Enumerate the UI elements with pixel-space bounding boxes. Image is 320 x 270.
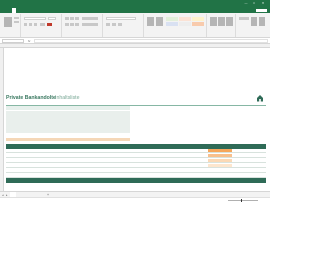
table-row[interactable] [6, 169, 266, 173]
fill-color-button[interactable] [40, 23, 45, 26]
align-bottom-button[interactable] [75, 17, 79, 20]
note-row [134, 123, 264, 126]
insert-cells-button[interactable] [210, 17, 217, 26]
totals-row [6, 178, 266, 183]
comma-style-button[interactable] [118, 23, 122, 26]
zoom-slider[interactable] [228, 200, 258, 201]
cell-style-bad[interactable] [179, 17, 191, 21]
sort-filter-button[interactable] [251, 17, 257, 26]
underline-button[interactable] [34, 23, 37, 26]
clipboard-group [1, 14, 21, 37]
share-button[interactable] [256, 9, 267, 12]
align-top-button[interactable] [65, 17, 69, 20]
empty-area [0, 202, 270, 270]
autosum-button[interactable] [239, 17, 249, 20]
italic-button[interactable] [29, 23, 32, 26]
align-center-button[interactable] [70, 23, 74, 26]
find-select-button[interactable] [259, 17, 265, 26]
table-row[interactable] [6, 154, 266, 158]
note-row [134, 127, 264, 130]
format-as-table-button[interactable] [156, 17, 163, 26]
title-bar: — □ ✕ [0, 0, 270, 8]
number-format-select[interactable] [106, 17, 136, 20]
align-middle-button[interactable] [70, 17, 74, 20]
ribbon [0, 13, 270, 38]
align-right-button[interactable] [75, 23, 79, 26]
note-row [134, 111, 264, 114]
name-box[interactable] [2, 39, 24, 43]
table-row[interactable] [6, 164, 266, 168]
info-row [8, 126, 108, 131]
formula-input[interactable] [34, 39, 268, 43]
editing-group [237, 14, 268, 37]
cut-button[interactable] [14, 17, 19, 19]
close-icon[interactable]: ✕ [261, 2, 265, 5]
note-row [134, 115, 264, 118]
number-group [104, 14, 144, 37]
maximize-icon[interactable]: □ [252, 2, 256, 5]
percent-button[interactable] [112, 23, 116, 26]
table-row[interactable] [6, 149, 266, 153]
cell-style-calc[interactable] [166, 22, 178, 26]
currency-button[interactable] [106, 23, 110, 26]
cells-group [208, 14, 236, 37]
wrap-text-button[interactable] [82, 17, 98, 20]
excel-window: { "app": { "window_title": "", "accent":… [0, 0, 270, 270]
bold-button[interactable] [24, 23, 27, 26]
page-title: Private Bankandolte [6, 95, 56, 101]
legend-bar [6, 138, 130, 141]
page-subtitle: Inhaltsliste [55, 95, 80, 101]
paste-button[interactable] [4, 17, 12, 27]
cell-style-check[interactable] [179, 22, 191, 26]
merge-center-button[interactable] [82, 23, 98, 26]
table-row[interactable] [6, 159, 266, 163]
font-size-select[interactable] [48, 17, 56, 20]
delete-cells-button[interactable] [218, 17, 225, 26]
alignment-group [63, 14, 103, 37]
align-left-button[interactable] [65, 23, 69, 26]
note-row [134, 119, 264, 122]
info-row [8, 119, 108, 124]
font-family-select[interactable] [24, 17, 46, 20]
cell-style-note[interactable] [192, 22, 204, 26]
notes-block [134, 111, 264, 133]
cell-style-neutral[interactable] [192, 17, 204, 21]
conditional-formatting-button[interactable] [147, 17, 154, 26]
house-icon [257, 95, 263, 102]
cell-style-good[interactable] [166, 17, 178, 21]
font-group [22, 14, 62, 37]
font-color-button[interactable] [47, 23, 52, 26]
format-cells-button[interactable] [226, 17, 233, 26]
minimize-icon[interactable]: — [244, 2, 248, 5]
styles-group [145, 14, 207, 37]
info-row [8, 112, 108, 117]
total-bar [6, 106, 130, 110]
copy-button[interactable] [14, 21, 19, 23]
